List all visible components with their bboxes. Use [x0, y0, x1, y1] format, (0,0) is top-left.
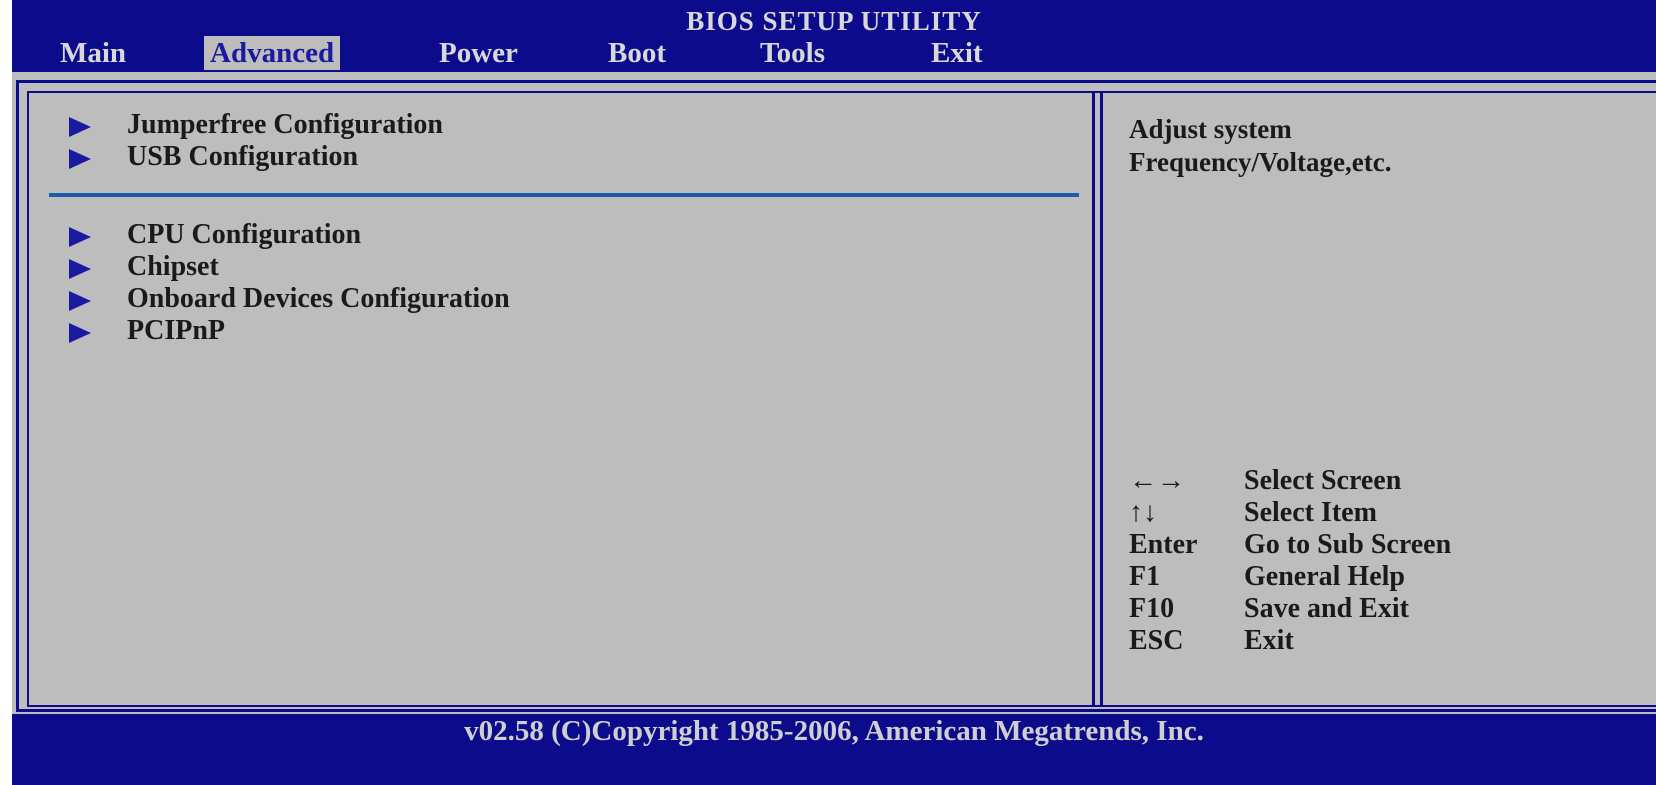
key-row: Enter Go to Sub Screen	[1129, 529, 1656, 561]
menu-item-onboard-devices-configuration[interactable]: Onboard Devices Configuration	[69, 283, 510, 315]
divider	[12, 72, 1656, 77]
help-text-line: Adjust system	[1129, 114, 1292, 144]
main-frame: Jumperfree Configuration USB Configurati…	[16, 80, 1656, 712]
submenu-arrow-icon	[69, 322, 91, 343]
key-name: F10	[1129, 593, 1175, 624]
up-down-arrows-icon: ↑↓	[1129, 497, 1157, 528]
tab-main[interactable]: Main	[54, 36, 132, 70]
menu-separator	[49, 193, 1079, 197]
tab-power[interactable]: Power	[433, 36, 524, 70]
tab-advanced[interactable]: Advanced	[204, 36, 341, 70]
menu-item-label: Jumperfree Configuration	[127, 109, 443, 140]
key-row: ESC Exit	[1129, 625, 1656, 657]
key-row: ↑↓ Select Item	[1129, 497, 1656, 529]
panel-divider	[1092, 93, 1095, 705]
tab-exit[interactable]: Exit	[925, 36, 989, 70]
menu-item-cpu-configuration[interactable]: CPU Configuration	[69, 219, 361, 251]
key-description: Save and Exit	[1244, 593, 1409, 624]
menu-item-chipset[interactable]: Chipset	[69, 251, 219, 283]
menu-item-label: CPU Configuration	[127, 219, 362, 250]
key-name: F1	[1129, 561, 1161, 592]
key-name: ESC	[1129, 625, 1184, 656]
menu-item-usb-configuration[interactable]: USB Configuration	[69, 141, 358, 173]
key-description: General Help	[1244, 561, 1405, 592]
menu-item-label: USB Configuration	[127, 141, 359, 172]
submenu-arrow-icon	[69, 116, 91, 137]
submenu-arrow-icon	[69, 148, 91, 169]
left-right-arrows-icon: ←→	[1129, 465, 1185, 496]
key-description: Select Screen	[1244, 465, 1402, 496]
main-frame-inner: Jumperfree Configuration USB Configurati…	[27, 91, 1656, 707]
submenu-arrow-icon	[69, 290, 91, 311]
menu-item-label: PCIPnP	[127, 315, 225, 346]
tab-tools[interactable]: Tools	[754, 36, 831, 70]
key-legend: ←→ Select Screen ↑↓ Select Item Enter Go…	[1129, 465, 1656, 657]
top-bar: BIOS SETUP UTILITY Main Advanced Power B…	[12, 0, 1656, 72]
menu-item-pcipnp[interactable]: PCIPnP	[69, 315, 225, 347]
page-title: BIOS SETUP UTILITY	[686, 6, 982, 36]
menu-item-label: Onboard Devices Configuration	[127, 283, 510, 314]
key-description: Select Item	[1244, 497, 1377, 528]
help-text-line: Frequency/Voltage,etc.	[1129, 147, 1392, 177]
menu-item-label: Chipset	[127, 251, 219, 282]
key-description: Exit	[1244, 625, 1294, 656]
tab-boot[interactable]: Boot	[602, 36, 672, 70]
bios-screen: BIOS SETUP UTILITY Main Advanced Power B…	[12, 0, 1656, 785]
help-panel: Adjust system Frequency/Voltage,etc.	[1129, 113, 1649, 179]
submenu-arrow-icon	[69, 226, 91, 247]
key-row: F1 General Help	[1129, 561, 1656, 593]
submenu-arrow-icon	[69, 258, 91, 279]
key-row: F10 Save and Exit	[1129, 593, 1656, 625]
key-description: Go to Sub Screen	[1244, 529, 1452, 560]
panel-divider	[1100, 93, 1103, 705]
menu-panel: Jumperfree Configuration USB Configurati…	[29, 93, 1079, 705]
copyright-footer: v02.58 (C)Copyright 1985-2006, American …	[464, 715, 1204, 747]
key-name: Enter	[1129, 529, 1198, 560]
menu-item-jumperfree-configuration[interactable]: Jumperfree Configuration	[69, 109, 443, 141]
key-row: ←→ Select Screen	[1129, 465, 1656, 497]
